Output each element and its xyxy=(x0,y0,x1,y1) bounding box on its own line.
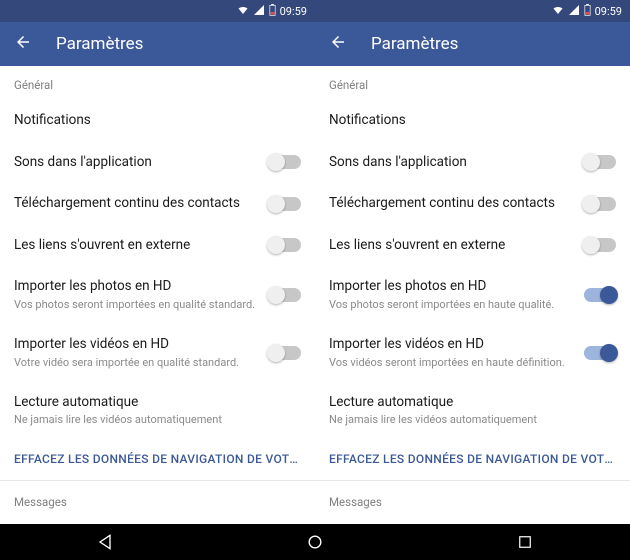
sounds-label: Sons dans l'application xyxy=(329,154,574,172)
app-bar: Paramètres xyxy=(0,22,315,66)
signal-icon xyxy=(568,4,580,19)
divider xyxy=(0,480,315,481)
row-sounds[interactable]: Sons dans l'application xyxy=(0,142,315,184)
notifications-label: Notifications xyxy=(329,112,616,130)
row-links[interactable]: Les liens s'ouvrent en externe xyxy=(315,225,630,267)
back-button[interactable] xyxy=(329,33,347,55)
row-videos[interactable]: Importer les vidéos en HD Vos vidéos ser… xyxy=(315,324,630,382)
autoplay-label: Lecture automatique xyxy=(329,394,616,412)
status-bar: 09:59 xyxy=(0,0,315,22)
wifi-icon xyxy=(237,4,249,19)
app-bar: Paramètres xyxy=(315,22,630,66)
sounds-toggle[interactable] xyxy=(269,155,301,169)
notifications-label: Notifications xyxy=(14,112,301,130)
autoplay-sub: Ne jamais lire les vidéos automatiquemen… xyxy=(329,413,616,427)
photos-label: Importer les photos en HD xyxy=(329,278,574,296)
screen-right: 09:59 Paramètres Général Notifications S… xyxy=(315,0,630,524)
settings-list: Général Notifications Sons dans l'applic… xyxy=(315,66,630,524)
links-toggle[interactable] xyxy=(269,238,301,252)
clear-browsing-link[interactable]: EFFACEZ LES DONNÉES DE NAVIGATION DE VOT… xyxy=(315,440,630,478)
row-autoplay[interactable]: Lecture automatique Ne jamais lire les v… xyxy=(315,382,630,440)
sounds-label: Sons dans l'application xyxy=(14,154,259,172)
sounds-toggle[interactable] xyxy=(584,155,616,169)
wifi-icon xyxy=(552,4,564,19)
links-label: Les liens s'ouvrent en externe xyxy=(329,237,574,255)
photos-label: Importer les photos en HD xyxy=(14,278,259,296)
contacts-toggle[interactable] xyxy=(269,197,301,211)
videos-label: Importer les vidéos en HD xyxy=(14,336,259,354)
autoplay-sub: Ne jamais lire les vidéos automatiquemen… xyxy=(14,413,301,427)
section-general: Général xyxy=(0,66,315,100)
status-time: 09:59 xyxy=(280,5,307,18)
clear-browsing-link[interactable]: EFFACEZ LES DONNÉES DE NAVIGATION DE VOT… xyxy=(0,440,315,478)
row-sounds[interactable]: Sons dans l'application xyxy=(315,142,630,184)
screen-left: 09:59 Paramètres Général Notifications S… xyxy=(0,0,315,524)
contacts-label: Téléchargement continu des contacts xyxy=(329,195,574,213)
row-autoplay[interactable]: Lecture automatique Ne jamais lire les v… xyxy=(0,382,315,440)
nav-recent-button[interactable] xyxy=(505,533,545,551)
status-time: 09:59 xyxy=(595,5,622,18)
row-links[interactable]: Les liens s'ouvrent en externe xyxy=(0,225,315,267)
back-button[interactable] xyxy=(14,33,32,55)
row-photos[interactable]: Importer les photos en HD Vos photos ser… xyxy=(315,266,630,324)
videos-sub: Vos vidéos seront importées en haute déf… xyxy=(329,356,574,370)
status-bar: 09:59 xyxy=(315,0,630,22)
signal-icon xyxy=(253,4,265,19)
videos-sub: Votre vidéo sera importée en qualité sta… xyxy=(14,356,259,370)
videos-toggle[interactable] xyxy=(584,346,616,360)
section-general: Général xyxy=(315,66,630,100)
page-title: Paramètres xyxy=(371,34,458,54)
row-videos[interactable]: Importer les vidéos en HD Votre vidéo se… xyxy=(0,324,315,382)
links-label: Les liens s'ouvrent en externe xyxy=(14,237,259,255)
battery-icon xyxy=(584,4,591,19)
videos-toggle[interactable] xyxy=(269,346,301,360)
section-messages: Messages xyxy=(0,483,315,517)
section-messages: Messages xyxy=(315,483,630,517)
row-notifications[interactable]: Notifications xyxy=(0,100,315,142)
photos-toggle[interactable] xyxy=(269,288,301,302)
videos-label: Importer les vidéos en HD xyxy=(329,336,574,354)
contacts-label: Téléchargement continu des contacts xyxy=(14,195,259,213)
links-toggle[interactable] xyxy=(584,238,616,252)
nav-home-button[interactable] xyxy=(295,532,335,552)
photos-toggle[interactable] xyxy=(584,288,616,302)
row-contacts[interactable]: Téléchargement continu des contacts xyxy=(315,183,630,225)
row-contacts[interactable]: Téléchargement continu des contacts xyxy=(0,183,315,225)
divider xyxy=(315,480,630,481)
row-photos[interactable]: Importer les photos en HD Vos photos ser… xyxy=(0,266,315,324)
autoplay-label: Lecture automatique xyxy=(14,394,301,412)
android-navbar xyxy=(0,524,630,560)
row-notifications[interactable]: Notifications xyxy=(315,100,630,142)
battery-icon xyxy=(269,4,276,19)
page-title: Paramètres xyxy=(56,34,143,54)
photos-sub: Vos photos seront importées en qualité s… xyxy=(14,298,259,312)
nav-back-button[interactable] xyxy=(85,532,125,552)
contacts-toggle[interactable] xyxy=(584,197,616,211)
photos-sub: Vos photos seront importées en haute qua… xyxy=(329,298,574,312)
settings-list: Général Notifications Sons dans l'applic… xyxy=(0,66,315,524)
